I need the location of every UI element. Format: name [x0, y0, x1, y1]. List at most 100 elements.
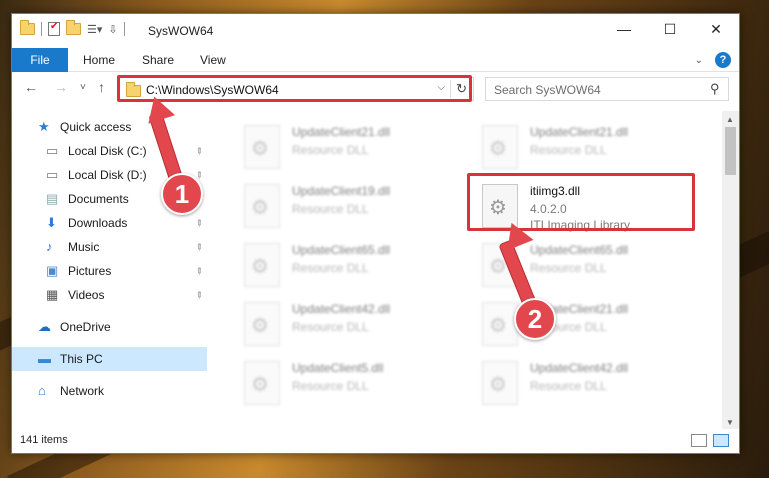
- sidebar-item-label: Downloads: [68, 216, 128, 230]
- dll-file-icon: ⚙: [244, 184, 280, 228]
- sidebar-item-network[interactable]: ⌂ Network: [12, 379, 207, 403]
- scroll-up-icon[interactable]: ▲: [726, 115, 734, 124]
- file-item[interactable]: ⚙ UpdateClient21.dll Resource DLL: [482, 121, 702, 177]
- divider: [123, 22, 125, 36]
- documents-icon: ▤: [46, 191, 59, 206]
- file-description: Resource DLL: [530, 379, 607, 393]
- dll-file-icon: ⚙: [482, 361, 518, 405]
- dll-file-icon: ⚙: [482, 125, 518, 169]
- sidebar-item-label: Local Disk (D:): [68, 168, 147, 182]
- folder-icon[interactable]: [20, 20, 35, 35]
- gear-icon: ⚙: [489, 374, 507, 396]
- gear-icon: ⚙: [251, 315, 269, 337]
- ribbon-right: ⌄ ?: [695, 52, 731, 68]
- search-icon[interactable]: ⚲: [710, 81, 720, 97]
- window-title: SysWOW64: [148, 24, 214, 38]
- file-description: Resource DLL: [292, 379, 369, 393]
- sidebar-item-quick-access[interactable]: ★ Quick access: [12, 115, 207, 139]
- new-folder-icon[interactable]: [66, 20, 81, 35]
- sidebar-item-videos[interactable]: ▦ Videos ✎: [12, 283, 207, 307]
- file-description: Resource DLL: [292, 320, 369, 334]
- close-button[interactable]: ✕: [693, 14, 739, 44]
- title-bar: ☰▾ ⇩ SysWOW64 — ☐ ✕: [12, 14, 739, 48]
- navigation-pane: ★ Quick access ▭ Local Disk (C:) ✎ ▭ Local Dis…: [12, 111, 207, 421]
- help-icon[interactable]: ?: [715, 52, 731, 68]
- music-icon: ♪: [46, 239, 53, 254]
- sidebar-item-label: This PC: [60, 352, 103, 366]
- quick-access-toolbar: ☰▾ ⇩: [20, 20, 125, 36]
- tab-view[interactable]: View: [200, 53, 226, 67]
- pin-icon[interactable]: ✎: [193, 288, 205, 301]
- minimize-button[interactable]: —: [601, 14, 647, 44]
- sidebar-item-label: Music: [68, 240, 100, 254]
- expand-ribbon-icon[interactable]: ⌄: [695, 55, 703, 66]
- tab-share[interactable]: Share: [142, 53, 174, 67]
- vertical-scrollbar[interactable]: ▲ ▼: [722, 111, 739, 431]
- sidebar-item-onedrive[interactable]: ☁ OneDrive: [12, 315, 207, 339]
- scroll-thumb[interactable]: [725, 127, 736, 175]
- forward-arrow-icon[interactable]: →: [54, 79, 68, 95]
- file-description: Resource DLL: [292, 202, 369, 216]
- sidebar-item-label: Network: [60, 384, 105, 398]
- customize-toolbar-icon[interactable]: ☰▾: [87, 23, 102, 36]
- gear-icon: ⚙: [489, 315, 507, 337]
- scroll-down-icon[interactable]: ▼: [726, 418, 734, 427]
- sidebar-item-local-disk-c[interactable]: ▭ Local Disk (C:) ✎: [12, 139, 207, 163]
- properties-icon[interactable]: [48, 21, 60, 36]
- dll-file-icon: ⚙: [244, 302, 280, 346]
- tab-home[interactable]: Home: [83, 53, 115, 67]
- details-view-button[interactable]: [691, 434, 707, 447]
- step-1-badge: 1: [161, 173, 203, 215]
- divider: [41, 22, 42, 36]
- file-item[interactable]: ⚙ UpdateClient21.dll Resource DLL: [244, 121, 464, 177]
- drive-icon: ▭: [46, 167, 59, 182]
- file-name: UpdateClient5.dll: [292, 361, 384, 375]
- sidebar-item-label: Documents: [68, 192, 129, 206]
- gear-icon: ⚙: [251, 256, 269, 278]
- pin-icon[interactable]: ✎: [193, 264, 205, 277]
- view-toggle: [691, 434, 729, 447]
- tiles-view-button[interactable]: [713, 434, 729, 447]
- dll-file-icon: ⚙: [482, 302, 518, 346]
- sidebar-item-music[interactable]: ♪ Music ✎: [12, 235, 207, 259]
- back-arrow-icon[interactable]: ←: [24, 79, 38, 95]
- file-name: UpdateClient21.dll: [530, 125, 629, 139]
- sidebar-item-this-pc[interactable]: ▬ This PC: [12, 347, 207, 371]
- file-item[interactable]: ⚙ UpdateClient42.dll Resource DLL: [244, 298, 464, 354]
- address-highlight-box: [117, 75, 472, 102]
- gear-icon: ⚙: [251, 374, 269, 396]
- file-item[interactable]: ⚙ UpdateClient5.dll Resource DLL: [244, 357, 464, 413]
- pin-icon[interactable]: ✎: [193, 144, 205, 157]
- sidebar-item-label: Quick access: [60, 120, 132, 134]
- tab-file[interactable]: File: [12, 48, 68, 72]
- search-input[interactable]: Search SysWOW64: [494, 83, 601, 97]
- file-item[interactable]: ⚙ UpdateClient65.dll Resource DLL: [244, 239, 464, 295]
- ribbon-tabs: File Home Share View ⌄ ?: [12, 48, 739, 72]
- dll-file-icon: ⚙: [244, 361, 280, 405]
- file-name: UpdateClient42.dll: [530, 361, 629, 375]
- recent-locations-icon[interactable]: ˅: [80, 82, 86, 93]
- file-name: UpdateClient21.dll: [292, 125, 391, 139]
- pin-icon[interactable]: ✎: [193, 216, 205, 229]
- file-highlight-box: [467, 173, 695, 231]
- network-icon: ⌂: [38, 383, 46, 398]
- file-item[interactable]: ⚙ UpdateClient42.dll Resource DLL: [482, 357, 702, 413]
- pin-icon[interactable]: ✎: [193, 240, 205, 253]
- file-item[interactable]: ⚙ UpdateClient19.dll Resource DLL: [244, 180, 464, 236]
- file-name: UpdateClient19.dll: [292, 184, 391, 198]
- toolbar-dropdown-icon[interactable]: ⇩: [108, 23, 117, 36]
- drive-icon: ▭: [46, 143, 59, 158]
- sidebar-item-label: Videos: [68, 288, 105, 302]
- search-box[interactable]: Search SysWOW64 ⚲: [485, 77, 729, 101]
- maximize-button[interactable]: ☐: [647, 14, 693, 44]
- gear-icon: ⚙: [251, 197, 269, 219]
- sidebar-item-pictures[interactable]: ▣ Pictures ✎: [12, 259, 207, 283]
- sidebar-item-label: OneDrive: [60, 320, 111, 334]
- file-name: UpdateClient42.dll: [292, 302, 391, 316]
- download-icon: ⬇: [46, 215, 57, 230]
- pictures-icon: ▣: [46, 263, 59, 278]
- cloud-icon: ☁: [38, 319, 51, 334]
- up-arrow-icon[interactable]: ↑: [98, 79, 105, 95]
- window-controls: — ☐ ✕: [601, 14, 739, 44]
- status-bar: 141 items: [12, 429, 739, 453]
